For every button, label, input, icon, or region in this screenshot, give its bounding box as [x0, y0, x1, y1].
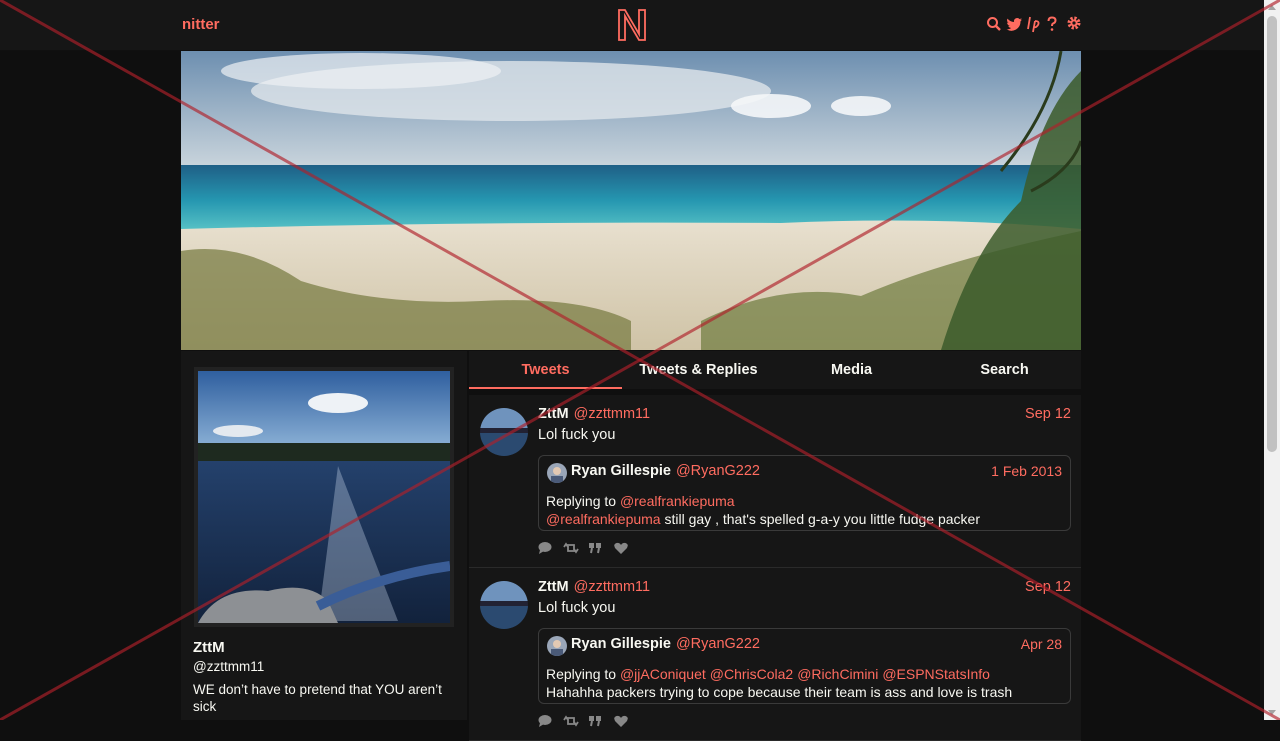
quote-text: @realfrankiepuma still gay , that's spel…: [546, 511, 980, 527]
quote-replying-to: Replying to @jjAConiquet @ChrisCola2 @Rich…: [546, 666, 994, 682]
tweet-header: ZttM @zzttmm11: [538, 579, 650, 595]
quote-header: Ryan Gillespie @RyanG222: [571, 463, 760, 479]
quote-author-name[interactable]: Ryan Gillespie: [571, 463, 671, 479]
timeline-tabs: Tweets Tweets & Replies Media Search: [469, 351, 1081, 389]
page-scrollbar[interactable]: [1264, 0, 1280, 720]
reply-mention-link[interactable]: @ESPNStatsInfo: [882, 666, 990, 682]
quote-avatar[interactable]: [547, 463, 567, 483]
scroll-down-arrow-icon[interactable]: [1264, 704, 1280, 720]
tweet-stats: [538, 541, 629, 555]
search-icon[interactable]: [986, 15, 1002, 33]
brand-link[interactable]: nitter: [182, 16, 220, 33]
quote-icon[interactable]: [588, 714, 604, 728]
tweet-header: ZttM @zzttmm11: [538, 406, 650, 422]
tweet[interactable]: ZttM @zzttmm11 Sep 12 Lol fuck you Ryan G…: [469, 568, 1081, 741]
profile-avatar[interactable]: [194, 367, 454, 627]
quote-mention-link[interactable]: @realfrankiepuma: [546, 511, 661, 527]
quote-author-handle[interactable]: @RyanG222: [676, 463, 760, 479]
quote-date[interactable]: Apr 28: [1021, 636, 1062, 652]
heart-icon[interactable]: [613, 714, 629, 728]
reply-mention-link[interactable]: @ChrisCola2: [710, 666, 793, 682]
quote-replying-to: Replying to @realfrankiepuma: [546, 493, 739, 509]
tweet-avatar[interactable]: [480, 408, 528, 456]
twitter-bird-icon[interactable]: [1006, 15, 1022, 33]
quote-date[interactable]: 1 Feb 2013: [991, 463, 1062, 479]
tweet[interactable]: ZttM @zzttmm11 Sep 12 Lol fuck you Ryan G…: [469, 395, 1081, 568]
quoted-tweet[interactable]: Ryan Gillespie @RyanG222 1 Feb 2013 Reply…: [538, 455, 1071, 531]
reply-mention-link[interactable]: @jjAConiquet: [620, 666, 706, 682]
reply-mention-link[interactable]: @realfrankiepuma: [620, 493, 735, 509]
tweet-author-name[interactable]: ZttM: [538, 579, 569, 595]
tweet-avatar[interactable]: [480, 581, 528, 629]
timeline: ZttM @zzttmm11 Sep 12 Lol fuck you Ryan G…: [469, 395, 1081, 741]
scroll-up-arrow-icon[interactable]: [1264, 0, 1280, 16]
profile-handle[interactable]: @zzttmm11: [193, 659, 264, 674]
quoted-tweet[interactable]: Ryan Gillespie @RyanG222 Apr 28 Replying …: [538, 628, 1071, 704]
tweet-text: Lol fuck you: [538, 600, 616, 616]
scrollbar-thumb[interactable]: [1267, 16, 1277, 452]
quote-author-handle[interactable]: @RyanG222: [676, 636, 760, 652]
tweet-text: Lol fuck you: [538, 427, 616, 443]
comment-icon[interactable]: [538, 541, 554, 555]
comment-icon[interactable]: [538, 714, 554, 728]
help-icon[interactable]: [1046, 15, 1062, 33]
retweet-icon[interactable]: [563, 541, 579, 555]
heart-icon[interactable]: [613, 541, 629, 555]
top-nav-bar: nitter: [0, 0, 1264, 51]
tab-tweets[interactable]: Tweets: [469, 351, 622, 389]
tweet-author-name[interactable]: ZttM: [538, 406, 569, 422]
tab-media[interactable]: Media: [775, 351, 928, 389]
tweet-author-handle[interactable]: @zzttmm11: [574, 579, 651, 595]
profile-card: ZttM @zzttmm11 WE don’t have to pretend …: [181, 351, 467, 720]
profile-name[interactable]: ZttM: [193, 639, 225, 656]
quote-author-name[interactable]: Ryan Gillespie: [571, 636, 671, 652]
nav-icons: [986, 15, 1082, 33]
tab-tweets-replies[interactable]: Tweets & Replies: [622, 351, 775, 389]
tweet-stats: [538, 714, 629, 728]
tweet-author-handle[interactable]: @zzttmm11: [574, 406, 651, 422]
lp-icon[interactable]: [1026, 15, 1042, 33]
quote-body: still gay , that's spelled g-a-y you lit…: [664, 511, 981, 527]
profile-bio: WE don’t have to pretend that YOU aren’t…: [193, 682, 442, 714]
retweet-icon[interactable]: [563, 714, 579, 728]
tab-search[interactable]: Search: [928, 351, 1081, 389]
reply-mention-link[interactable]: @RichCimini: [797, 666, 878, 682]
quote-icon[interactable]: [588, 541, 604, 555]
quote-avatar[interactable]: [547, 636, 567, 656]
tweet-date[interactable]: Sep 12: [1025, 579, 1071, 595]
replying-to-label: Replying to: [546, 493, 617, 509]
settings-gear-icon[interactable]: [1066, 15, 1082, 33]
replying-to-label: Replying to: [546, 666, 617, 682]
nitter-logo-icon[interactable]: [616, 8, 648, 42]
tweet-date[interactable]: Sep 12: [1025, 406, 1071, 422]
quote-text: Hahahha packers trying to cope because t…: [546, 684, 1013, 700]
quote-header: Ryan Gillespie @RyanG222: [571, 636, 760, 652]
profile-banner[interactable]: [181, 51, 1081, 350]
